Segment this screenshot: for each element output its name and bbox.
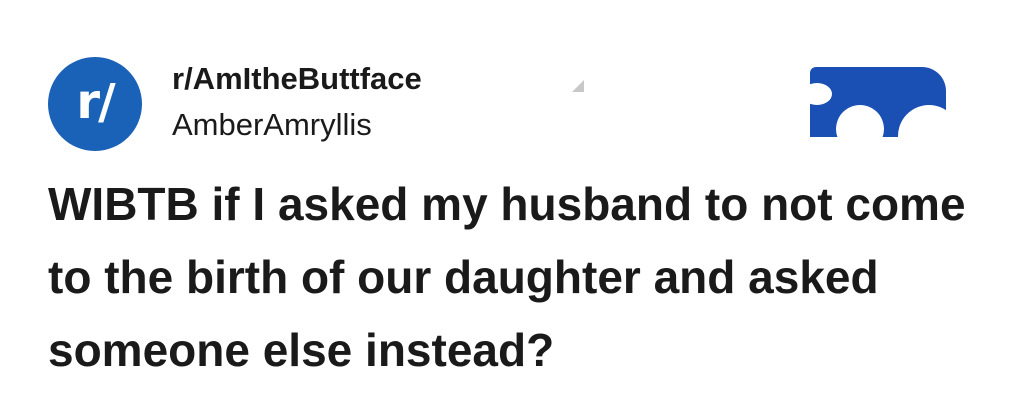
post-author[interactable]: AmberAmryllis — [172, 107, 372, 143]
subreddit-avatar-icon[interactable]: r/ — [48, 57, 142, 151]
join-decoration — [836, 105, 884, 137]
post-title[interactable]: WIBTB if I asked my husband to not come … — [48, 168, 1008, 387]
join-button[interactable] — [810, 67, 946, 137]
join-decoration — [898, 105, 946, 137]
avatar-label: r/ — [76, 74, 115, 130]
subreddit-name[interactable]: r/AmItheButtface — [172, 61, 422, 97]
join-decoration — [810, 83, 832, 105]
corner-mark-icon — [572, 80, 584, 92]
